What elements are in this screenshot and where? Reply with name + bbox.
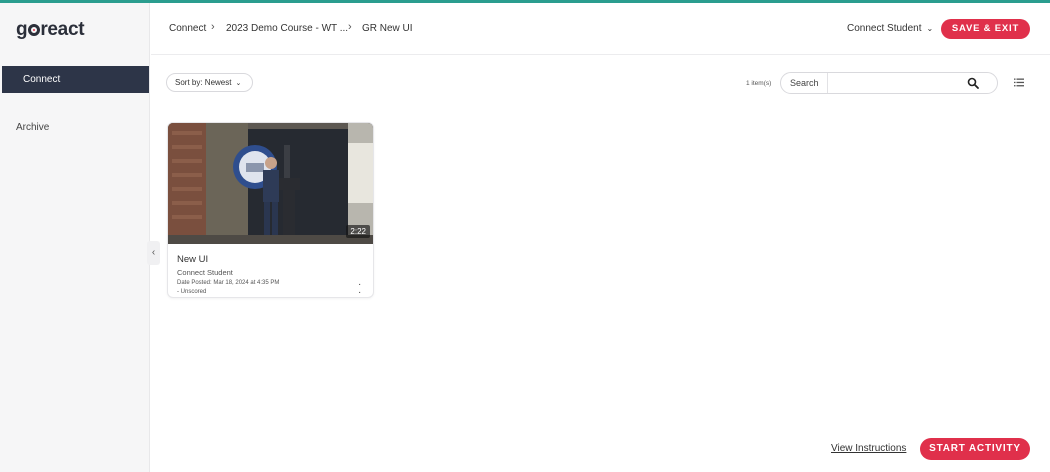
save-exit-button[interactable]: SAVE & EXIT xyxy=(941,19,1030,39)
more-options-icon[interactable]: ··· xyxy=(358,280,361,298)
sort-dropdown[interactable]: Sort by: Newest ⌄ xyxy=(166,73,253,92)
chevron-right-icon: › xyxy=(348,21,352,33)
chevron-right-icon: › xyxy=(211,21,215,33)
list-view-icon[interactable] xyxy=(1014,78,1024,87)
video-thumbnail-image xyxy=(168,123,373,244)
video-score: - Unscored xyxy=(177,289,207,295)
breadcrumb-course[interactable]: 2023 Demo Course - WT ... xyxy=(226,23,348,34)
view-instructions-link[interactable]: View Instructions xyxy=(831,443,906,454)
chevron-left-icon[interactable]: ‹ xyxy=(147,241,160,265)
video-duration: 2:22 xyxy=(346,225,370,238)
search-label: Search xyxy=(790,78,819,88)
start-activity-button[interactable]: START ACTIVITY xyxy=(920,438,1030,460)
chevron-down-icon: ⌄ xyxy=(235,80,242,87)
sidebar-item-connect[interactable]: Connect xyxy=(2,66,149,93)
user-menu-label: Connect Student xyxy=(847,23,922,34)
search-icon[interactable] xyxy=(967,77,979,89)
video-author: Connect Student xyxy=(177,268,233,277)
search-divider xyxy=(827,73,828,93)
video-card[interactable]: 2:22 New UI Connect Student Date Posted:… xyxy=(167,122,374,298)
video-title[interactable]: New UI xyxy=(177,254,208,265)
item-count: 1 item(s) xyxy=(746,80,772,87)
sidebar-item-archive[interactable]: Archive xyxy=(16,122,49,133)
chevron-down-icon: ⌄ xyxy=(926,24,934,33)
sort-label: Sort by: Newest xyxy=(175,78,232,87)
sidebar: g react Connect Archive xyxy=(0,3,150,472)
video-thumbnail[interactable]: 2:22 xyxy=(168,123,373,244)
user-menu[interactable]: Connect Student ⌄ xyxy=(847,23,933,34)
goreact-logo[interactable]: g react xyxy=(16,19,85,41)
breadcrumb-connect[interactable]: Connect xyxy=(169,23,206,34)
video-date-posted: Date Posted: Mar 18, 2024 at 4:35 PM xyxy=(177,280,280,286)
search-box[interactable]: Search xyxy=(780,72,998,94)
breadcrumb-folder: GR New UI xyxy=(362,23,413,34)
